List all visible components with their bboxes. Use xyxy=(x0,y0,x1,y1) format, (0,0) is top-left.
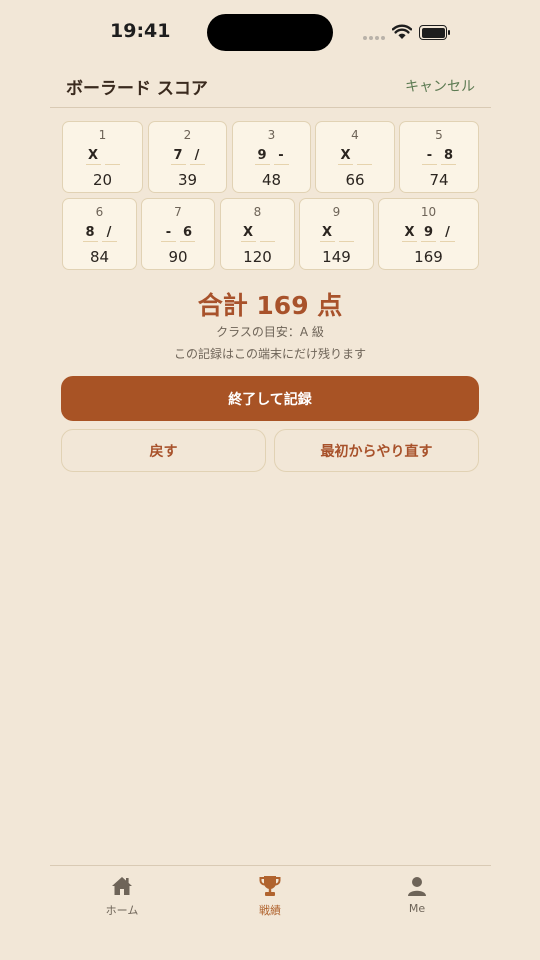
frame-rolls: X xyxy=(221,224,294,242)
frame-rolls: -8 xyxy=(400,147,478,165)
undo-button[interactable]: 戻す xyxy=(61,429,266,472)
frame-number: 8 xyxy=(253,205,262,219)
frame-cumulative-score: 48 xyxy=(261,171,282,189)
frame-cumulative-score: 149 xyxy=(322,248,351,266)
tab-home-label: ホーム xyxy=(105,904,139,917)
tab-me[interactable]: Me xyxy=(367,874,467,922)
roll-box xyxy=(357,147,372,165)
cellular-signal-icon xyxy=(363,36,385,40)
frame-number: 10 xyxy=(420,205,437,219)
frame-rolls: X xyxy=(300,224,373,242)
frame-number: 2 xyxy=(183,128,192,142)
frame-number: 9 xyxy=(332,205,341,219)
frame-rolls: X xyxy=(316,147,394,165)
class-guide-text: クラスの目安：A 級 xyxy=(216,325,324,339)
tab-me-label: Me xyxy=(408,902,426,915)
roll-box: - xyxy=(422,147,437,165)
frame-rolls: X 9/ xyxy=(379,224,478,242)
frame-cumulative-score: 20 xyxy=(92,171,113,189)
roll-box: 6 xyxy=(180,224,195,242)
wifi-icon xyxy=(392,24,412,39)
frame-card-6[interactable]: 6 8/84 xyxy=(62,198,137,270)
dynamic-island xyxy=(207,14,333,51)
tab-record[interactable]: 戦績 xyxy=(220,874,320,922)
roll-box: - xyxy=(161,224,176,242)
frame-number: 4 xyxy=(351,128,359,142)
frame-number: 7 xyxy=(174,205,182,219)
tab-bar: ホーム 戦績 Me xyxy=(50,865,491,960)
roll-box: 9 xyxy=(421,224,436,242)
frame-cumulative-score: 90 xyxy=(168,248,188,266)
frame-number: 5 xyxy=(435,128,443,142)
frame-number: 3 xyxy=(267,128,276,142)
roll-box: 8 xyxy=(82,224,98,242)
page-title: ボーラード スコア xyxy=(66,79,208,99)
roll-box: 9 xyxy=(254,147,270,165)
frame-rolls: 9- xyxy=(233,147,310,165)
storage-note: この記録はこの端末にだけ残ります xyxy=(173,347,366,361)
frame-cumulative-score: 84 xyxy=(89,248,110,266)
frame-card-1[interactable]: 1 X 20 xyxy=(62,121,143,193)
roll-box xyxy=(104,147,120,165)
frame-card-5[interactable]: 5 -8 74 xyxy=(399,121,479,193)
tab-home[interactable]: ホーム xyxy=(72,874,172,922)
nav-header: ボーラード スコア キャンセル xyxy=(50,64,491,108)
frame-rolls: 7/ xyxy=(149,147,226,165)
frame-card-3[interactable]: 3 9- 48 xyxy=(232,121,311,193)
frame-cumulative-score: 169 xyxy=(414,248,443,266)
frame-rolls: -6 xyxy=(142,224,214,242)
roll-box: / xyxy=(189,147,205,165)
house-icon xyxy=(112,877,132,895)
trophy-icon xyxy=(259,876,281,896)
roll-box: - xyxy=(273,147,289,165)
frame-card-9[interactable]: 9 X 149 xyxy=(299,198,374,270)
roll-box xyxy=(259,224,275,242)
frame-card-2[interactable]: 2 7/39 xyxy=(148,121,227,193)
roll-box xyxy=(338,224,354,242)
roll-box: X xyxy=(402,224,417,242)
frame-number: 1 xyxy=(98,128,107,142)
frame-number: 6 xyxy=(95,205,104,219)
frame-card-4[interactable]: 4 X 66 xyxy=(315,121,395,193)
status-bar: 19:41 xyxy=(0,0,540,64)
roll-box: / xyxy=(440,224,455,242)
status-time: 19:41 xyxy=(110,20,171,42)
frame-card-7[interactable]: 7 -6 90 xyxy=(141,198,215,270)
frame-cumulative-score: 120 xyxy=(243,248,272,266)
cancel-button[interactable]: キャンセル xyxy=(405,76,475,96)
frame-cumulative-score: 66 xyxy=(345,171,365,189)
roll-box: 7 xyxy=(170,147,186,165)
frame-cumulative-score: 39 xyxy=(177,171,198,189)
roll-box: X xyxy=(319,224,335,242)
frame-card-8[interactable]: 8 X 120 xyxy=(220,198,295,270)
roll-box: X xyxy=(240,224,256,242)
roll-box: X xyxy=(85,147,101,165)
frame-rolls: 8/ xyxy=(63,224,136,242)
battery-icon xyxy=(419,25,450,40)
finish-and-save-button[interactable]: 終了して記録 xyxy=(61,376,479,421)
roll-box: 8 xyxy=(441,147,456,165)
frame-rolls: X xyxy=(63,147,142,165)
total-score: 合計 169 点 xyxy=(197,291,343,320)
restart-button[interactable]: 最初からやり直す xyxy=(274,429,479,472)
tab-record-label: 戦績 xyxy=(259,904,281,917)
person-icon xyxy=(408,877,426,896)
frame-card-10[interactable]: 10 X 9/169 xyxy=(378,198,479,270)
frame-cumulative-score: 74 xyxy=(429,171,449,189)
roll-box: / xyxy=(101,224,117,242)
roll-box: X xyxy=(338,147,353,165)
